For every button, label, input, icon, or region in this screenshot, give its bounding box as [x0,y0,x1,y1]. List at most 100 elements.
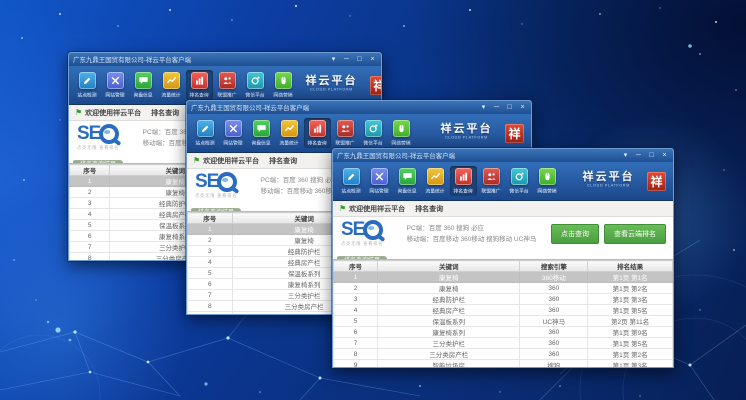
table-cell: 6 [334,327,378,338]
toolbar-item-site-check[interactable]: 站点检测 [338,166,365,196]
column-header[interactable]: 搜索引擎 [520,261,588,272]
breadcrumb-welcome: 欢迎使用祥云平台 [349,204,405,214]
toolbar-item-traffic[interactable]: 流量统计 [276,118,303,148]
maximize-button[interactable]: □ [355,55,364,65]
toolbar-item-traffic[interactable]: 流量统计 [422,166,449,196]
seo-tagline: 点亮无限 查看排名 [341,240,383,246]
table-cell: 2 [188,235,233,246]
toolbar-item-wechat[interactable]: 微信平台 [360,118,387,148]
people-icon [337,120,354,137]
table-row[interactable]: 6康复椅系列360第1页 第9名 [334,327,673,338]
toolbar-item-inquiry[interactable]: 询盘信息 [248,118,275,148]
table-cell: 360 [520,349,588,360]
close-button[interactable]: × [368,55,377,65]
table-cell: UC神马 [520,316,588,327]
toolbar-item-traffic[interactable]: 流量统计 [158,70,185,100]
flag-icon: ⚑ [193,157,200,165]
column-header[interactable]: 序号 [334,261,378,272]
toolbar-item-inquiry[interactable]: 询盘信息 [394,166,421,196]
titlebar[interactable]: 广东九鼎王国贸有限公司-祥云平台客户端 ▾ ─ □ × [69,53,381,66]
table-cell: 6 [188,279,233,290]
table-row[interactable]: 5保温板系列UC神马第2页 第11名 [334,316,673,327]
magnifier-icon [217,172,237,192]
seo-logo: SE 点亮无限 查看排名 [195,172,254,201]
toolbar-item-wechat[interactable]: 微信平台 [242,70,269,100]
toolbar-item-site-check[interactable]: 站点检测 [74,70,101,100]
skin-button[interactable]: ▾ [479,103,488,113]
toolbar-item-site-manage[interactable]: 网站管理 [220,118,247,148]
chat-icon [253,120,270,137]
toolbar-item-site-check[interactable]: 站点检测 [192,118,219,148]
table-cell: 经典防护栏 [378,294,520,305]
flag-icon: ⚑ [339,205,346,213]
table-cell: 5 [70,220,110,231]
table-cell: 第1页 第9名 [588,327,673,338]
toolbar-item-label: 微信平台 [510,187,529,194]
maximize-button[interactable]: □ [505,103,514,113]
table-row[interactable]: 7三分类护栏360第1页 第5名 [334,338,673,349]
table-row[interactable]: 3经典防护栏360第1页 第3名 [334,294,673,305]
minimize-button[interactable]: ─ [342,55,351,65]
toolbar-item-label: 网络营销 [392,139,411,146]
column-header[interactable]: 排名结果 [588,261,673,272]
table-row[interactable]: 2康复椅360第1页 第2名 [334,283,673,294]
table-row[interactable]: 8三分类房产栏360第1页 第2名 [334,349,673,360]
toolbar-item-site-manage[interactable]: 网站管理 [366,166,393,196]
close-button[interactable]: × [660,151,669,161]
column-header[interactable]: 关键词 [378,261,520,272]
toolbar-item-alliance[interactable]: 联盟推广 [332,118,359,148]
chat-icon [399,168,416,185]
toolbar-item-alliance[interactable]: 联盟推广 [214,70,241,100]
toolbar-item-inquiry[interactable]: 询盘信息 [130,70,157,100]
toolbar-item-marketing[interactable]: 网络营销 [388,118,415,148]
flag-icon: ⚑ [75,109,82,117]
cloud-rank-button[interactable]: 查看云端排名 [604,224,666,244]
skin-button[interactable]: ▾ [621,151,630,161]
maximize-button[interactable]: □ [647,151,656,161]
table-row[interactable]: 9智能垃圾房搜狗第1页 第3名 [334,360,673,368]
close-button[interactable]: × [518,103,527,113]
pencil-icon [79,72,96,89]
column-header[interactable]: 序号 [188,213,233,224]
table-cell: 第1页 第5名 [588,338,673,349]
mouse-icon [539,168,556,185]
table-row[interactable]: 1康复椅360移动第1页 第1名 [334,272,673,283]
seo-logo: SE 点亮无限 查看排名 [341,220,400,249]
column-header[interactable]: 序号 [70,165,110,176]
titlebar[interactable]: 广东九鼎王国贸有限公司-祥云平台客户端 ▾ ─ □ × [333,149,673,162]
toolbar-item-ranking[interactable]: 排名查询 [304,118,331,148]
brand: 祥云平台 CLOUD PLATFORM 祥 [432,124,526,143]
tab-row: 排名查询结果 [333,249,673,259]
table-row[interactable]: 4经典房产栏360第1页 第5名 [334,305,673,316]
toolbar-item-site-manage[interactable]: 网站管理 [102,70,129,100]
toolbar-item-label: 站点检测 [196,139,215,146]
line-chart-icon [427,168,444,185]
titlebar[interactable]: 广东九鼎王国贸有限公司-祥云平台客户端 ▾ ─ □ × [187,101,531,114]
toolbar-item-ranking[interactable]: 排名查询 [450,166,477,196]
brand-text: 祥云平台 CLOUD PLATFORM [432,124,501,142]
tools-icon [225,120,242,137]
minimize-button[interactable]: ─ [492,103,501,113]
minimize-button[interactable]: ─ [634,151,643,161]
table-cell: 第2页 第11名 [588,316,673,327]
toolbar-item-alliance[interactable]: 联盟推广 [478,166,505,196]
brand-subtitle: CLOUD PLATFORM [310,88,353,92]
pc-engines-line: PC端：百度 360 搜狗 必应 [407,223,537,234]
toolbar-item-wechat[interactable]: 微信平台 [506,166,533,196]
window-controls: ▾ ─ □ × [329,55,377,65]
toolbar-item-ranking[interactable]: 排名查询 [186,70,213,100]
query-button[interactable]: 点击查询 [551,224,599,244]
toolbar-item-marketing[interactable]: 网络营销 [534,166,561,196]
app-window: 广东九鼎王国贸有限公司-祥云平台客户端 ▾ ─ □ × 站点检测网站管理询盘信息… [332,148,674,368]
toolbar-item-marketing[interactable]: 网络营销 [270,70,297,100]
target-icon [247,72,264,89]
skin-button[interactable]: ▾ [329,55,338,65]
seo-panel: SE 点亮无限 查看排名 PC端：百度 360 搜狗 必应 移动端：百度移动 3… [333,217,673,249]
magnifier-icon [363,220,383,240]
toolbar-item-label: 网站管理 [370,187,389,194]
target-icon [365,120,382,137]
toolbar-items: 站点检测网站管理询盘信息流量统计排名查询联盟推广微信平台网络营销 [74,70,297,100]
seo-logo-letters: SE [195,172,218,191]
table-cell: 5 [334,316,378,327]
brand-logo-icon: 祥 [505,124,524,143]
